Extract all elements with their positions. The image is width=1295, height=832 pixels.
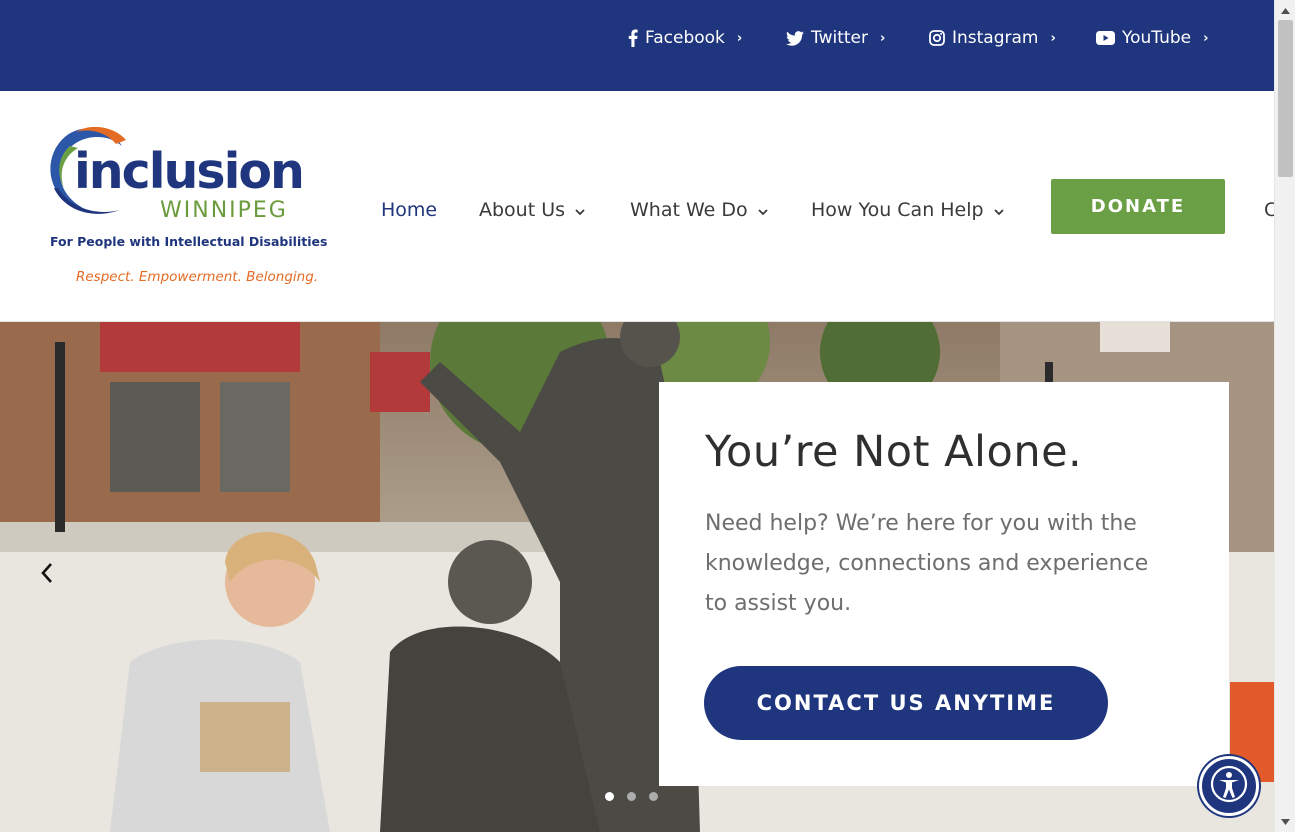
slider-dots xyxy=(605,792,658,801)
youtube-icon xyxy=(1096,31,1115,45)
slider-prev-button[interactable] xyxy=(40,562,70,592)
twitter-icon xyxy=(786,30,804,46)
accessibility-icon xyxy=(1209,764,1249,808)
youtube-link[interactable]: YouTube › xyxy=(1096,26,1209,50)
scroll-up-icon[interactable] xyxy=(1275,2,1295,19)
slider-dot[interactable] xyxy=(605,792,614,801)
logo-tagline: Respect. Empowerment. Belonging. xyxy=(76,269,319,285)
slider-dot[interactable] xyxy=(627,792,636,801)
youtube-label: YouTube xyxy=(1122,28,1192,48)
chevron-down-icon xyxy=(757,199,768,221)
scroll-down-icon[interactable] xyxy=(1275,813,1295,830)
chevron-right-icon: › xyxy=(1203,30,1209,46)
nav-what-we-do-label: What We Do xyxy=(630,199,748,221)
chevron-down-icon xyxy=(993,199,1004,221)
twitter-link[interactable]: Twitter › xyxy=(786,26,885,50)
logo-wordmark: inclusion xyxy=(74,143,305,200)
facebook-label: Facebook xyxy=(645,28,725,48)
nav-how-you-can-help-label: How You Can Help xyxy=(811,199,984,221)
facebook-icon xyxy=(628,29,638,47)
nav-about-us[interactable]: About Us xyxy=(479,199,585,221)
twitter-label: Twitter xyxy=(811,28,868,48)
chevron-down-icon xyxy=(575,199,585,221)
contact-us-button[interactable]: CONTACT US ANYTIME xyxy=(704,666,1108,740)
nav-home-label: Home xyxy=(381,199,438,221)
facebook-link[interactable]: Facebook › xyxy=(628,26,742,50)
nav-about-us-label: About Us xyxy=(479,199,566,221)
scrollbar-thumb[interactable] xyxy=(1278,20,1293,177)
instagram-label: Instagram xyxy=(952,28,1039,48)
hero-slider: You’re Not Alone. Need help? We’re here … xyxy=(0,322,1274,832)
nav-home[interactable]: Home xyxy=(381,199,437,221)
instagram-icon xyxy=(929,30,945,46)
logo-subtitle: For People with Intellectual Disabilitie… xyxy=(50,234,328,249)
nav-how-you-can-help[interactable]: How You Can Help xyxy=(811,199,1004,221)
site-logo[interactable]: inclusion WINNIPEG For People with Intel… xyxy=(44,124,334,294)
accessibility-button[interactable] xyxy=(1199,756,1259,816)
scrollbar[interactable] xyxy=(1274,0,1295,832)
logo-city: WINNIPEG xyxy=(160,198,288,223)
page: Facebook › Twitter › Instagram › YouTube… xyxy=(0,0,1295,832)
nav-what-we-do[interactable]: What We Do xyxy=(630,199,768,221)
chevron-right-icon: › xyxy=(879,30,886,46)
chevron-right-icon: › xyxy=(1050,30,1056,46)
hero-text: Need help? We’re here for you with the k… xyxy=(705,511,1149,616)
instagram-link[interactable]: Instagram › xyxy=(929,26,1056,50)
slider-dot[interactable] xyxy=(649,792,658,801)
hero-title: You’re Not Alone. xyxy=(705,427,1083,477)
chevron-right-icon: › xyxy=(736,30,743,46)
site-header: inclusion WINNIPEG For People with Intel… xyxy=(0,91,1277,322)
social-bar: Facebook › Twitter › Instagram › YouTube… xyxy=(0,0,1274,91)
donate-button[interactable]: DONATE xyxy=(1051,179,1225,234)
hero-card: You’re Not Alone. Need help? We’re here … xyxy=(659,382,1229,786)
